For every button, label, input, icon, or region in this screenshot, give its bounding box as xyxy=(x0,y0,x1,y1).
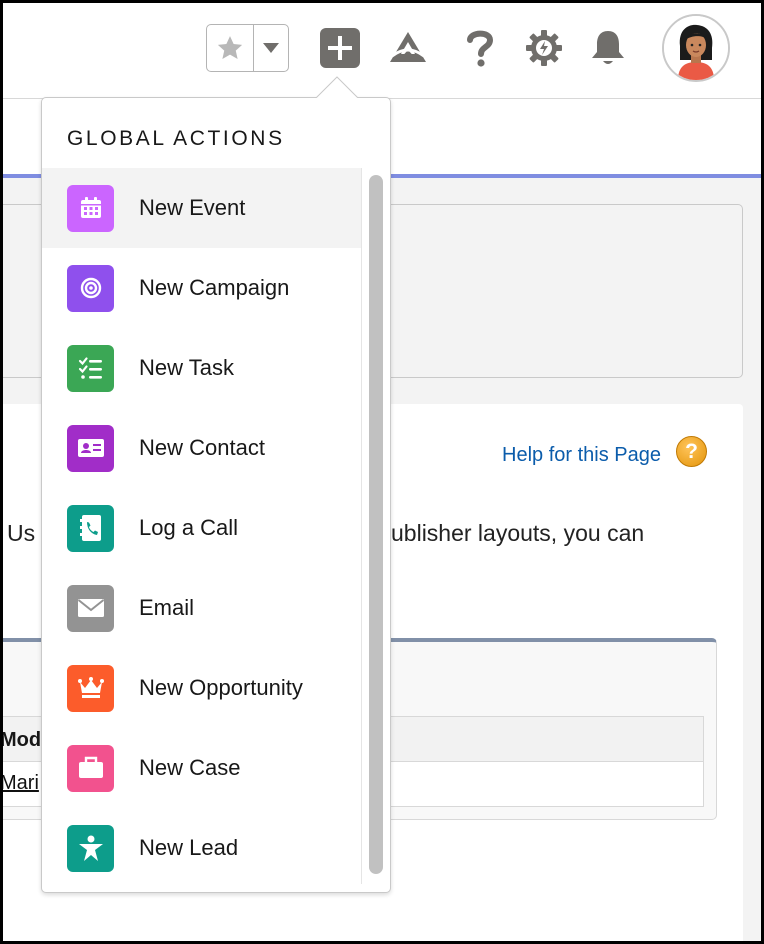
plus-icon[interactable] xyxy=(320,28,360,68)
envelope-icon xyxy=(67,584,114,632)
global-actions-list: New Event New Campaign New Task New Cont… xyxy=(42,168,362,888)
menu-item-new-case[interactable]: New Case xyxy=(42,728,362,808)
checklist-icon xyxy=(67,344,114,392)
menu-item-new-opportunity[interactable]: New Opportunity xyxy=(42,648,362,728)
help-for-this-page-link[interactable]: Help for this Page xyxy=(502,444,661,467)
menu-item-new-task[interactable]: New Task xyxy=(42,328,362,408)
table-cell-link[interactable]: Mari xyxy=(0,772,39,794)
description-right-text: ublisher layouts, you can xyxy=(391,520,645,546)
description-left-text: Us xyxy=(7,520,36,546)
menu-item-label: Email xyxy=(139,595,195,620)
menu-item-label: New Campaign xyxy=(139,275,290,300)
question-icon[interactable] xyxy=(458,26,502,70)
menu-item-label: New Opportunity xyxy=(139,675,303,700)
menu-item-email[interactable]: Email xyxy=(42,568,362,648)
menu-item-label: Log a Call xyxy=(139,515,239,540)
gear-icon[interactable] xyxy=(522,26,566,70)
help-circle-icon[interactable]: ? xyxy=(676,436,707,467)
trailhead-icon[interactable] xyxy=(386,26,430,70)
menu-item-label: New Case xyxy=(139,755,241,780)
briefcase-icon xyxy=(67,744,114,792)
menu-item-new-lead[interactable]: New Lead xyxy=(42,808,362,888)
menu-item-new-event[interactable]: New Event xyxy=(42,168,362,248)
menu-item-new-campaign[interactable]: New Campaign xyxy=(42,248,362,328)
scroll-divider xyxy=(361,168,362,884)
menu-item-label: New Task xyxy=(139,355,234,380)
menu-scrollbar[interactable] xyxy=(369,175,383,874)
favorites-button-group xyxy=(206,24,289,72)
menu-item-new-contact[interactable]: New Contact xyxy=(42,408,362,488)
crown-icon xyxy=(67,664,114,712)
menu-item-label: New Event xyxy=(139,195,246,220)
menu-item-log-a-call[interactable]: Log a Call xyxy=(42,488,362,568)
menu-item-label: New Contact xyxy=(139,435,265,460)
user-avatar[interactable] xyxy=(662,14,730,82)
bell-icon[interactable] xyxy=(586,26,630,70)
dropdown-caret xyxy=(314,76,360,100)
chevron-down-icon[interactable] xyxy=(253,25,288,71)
target-icon xyxy=(67,264,114,312)
global-actions-menu: GLOBAL ACTIONS New Event New Campaign Ne… xyxy=(41,97,391,893)
menu-item-label: New Lead xyxy=(139,835,239,860)
star-icon[interactable] xyxy=(207,25,253,71)
menu-title: GLOBAL ACTIONS xyxy=(67,127,285,150)
phone-icon xyxy=(67,504,114,552)
calendar-icon xyxy=(67,184,114,232)
person-star-icon xyxy=(67,824,114,872)
global-header xyxy=(0,0,764,99)
contact-card-icon xyxy=(67,424,114,472)
